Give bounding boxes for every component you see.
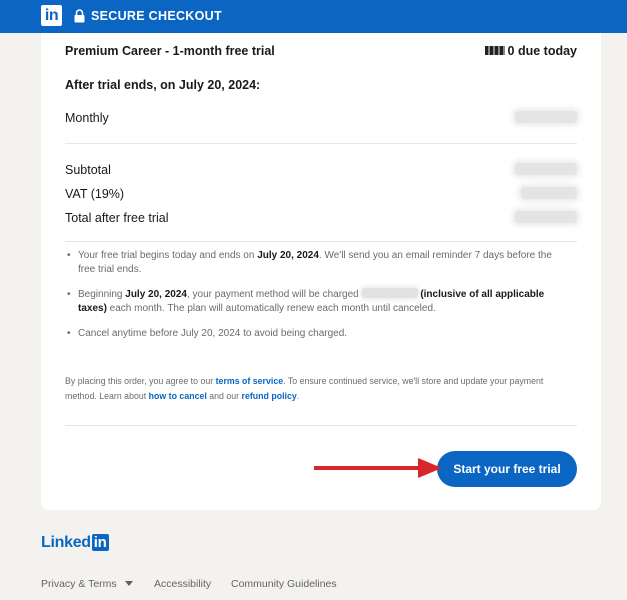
total-label: Total after free trial: [65, 211, 169, 225]
subtotal-label: Subtotal: [65, 163, 111, 177]
terms-of-service-link[interactable]: terms of service: [216, 376, 283, 386]
list-item: Your free trial begins today and ends on…: [65, 249, 561, 276]
community-guidelines-link[interactable]: Community Guidelines: [231, 578, 337, 590]
terms-text: By placing this order, you agree to our …: [65, 376, 544, 401]
divider: [65, 241, 577, 242]
accessibility-link[interactable]: Accessibility: [154, 578, 211, 590]
monthly-row: Monthly: [65, 111, 577, 125]
lock-icon: [74, 9, 85, 23]
monthly-label: Monthly: [65, 111, 109, 125]
how-to-cancel-link[interactable]: how to cancel: [149, 391, 207, 401]
total-row: Total after free trial: [65, 211, 577, 225]
redacted-amount-icon: [484, 46, 505, 55]
subtotal-amount-redacted: [515, 163, 577, 178]
total-amount-redacted: [515, 211, 577, 226]
top-bar: in SECURE CHECKOUT: [0, 0, 627, 33]
caret-down-icon[interactable]: [125, 581, 133, 587]
vat-amount-redacted: [521, 187, 577, 202]
privacy-terms-link[interactable]: Privacy & Terms: [41, 578, 117, 590]
vat-row: VAT (19%): [65, 187, 577, 201]
start-free-trial-button[interactable]: Start your free trial: [437, 451, 577, 487]
footer-linkedin-logo[interactable]: Linked in: [41, 534, 109, 552]
refund-policy-link[interactable]: refund policy: [242, 391, 297, 401]
list-item: Cancel anytime before July 20, 2024 to a…: [65, 327, 561, 341]
subtotal-row: Subtotal: [65, 163, 577, 177]
charge-amount-redacted: [361, 288, 418, 298]
order-summary-card: Premium Career - 1-month free trial 0 du…: [41, 33, 601, 510]
due-today: 0 due today: [484, 44, 577, 58]
red-arrow-annotation-icon: [314, 458, 442, 478]
monthly-amount-redacted: [515, 111, 577, 126]
plan-name: Premium Career - 1-month free trial: [65, 44, 275, 58]
divider: [65, 143, 577, 144]
trial-notes: Your free trial begins today and ends on…: [65, 249, 561, 353]
linkedin-logo-icon[interactable]: in: [41, 5, 62, 26]
divider: [65, 425, 577, 426]
list-item: Beginning July 20, 2024, your payment me…: [65, 288, 561, 315]
plan-row: Premium Career - 1-month free trial 0 du…: [65, 44, 577, 58]
secure-checkout-label: SECURE CHECKOUT: [91, 9, 222, 23]
trial-end-heading: After trial ends, on July 20, 2024:: [65, 78, 261, 92]
vat-label: VAT (19%): [65, 187, 125, 201]
due-today-label: 0 due today: [507, 44, 577, 58]
